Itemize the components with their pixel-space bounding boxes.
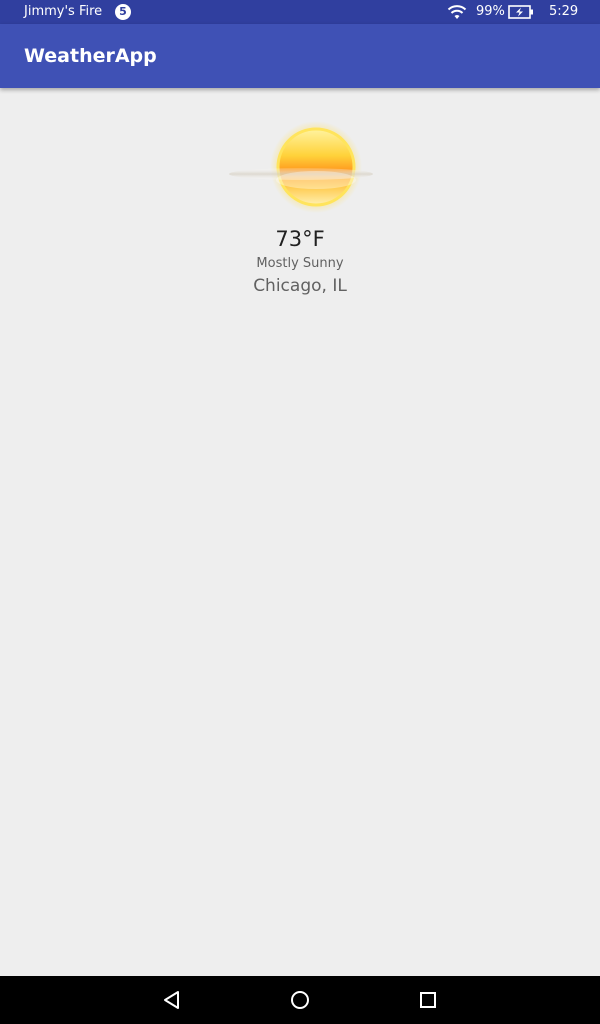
status-clock: 5:29: [549, 4, 579, 19]
recents-icon[interactable]: [416, 988, 440, 1012]
weather-condition: Mostly Sunny: [256, 256, 344, 271]
status-bar: Jimmy's Fire 5 99% 5:29: [0, 0, 600, 24]
notification-count-badge: 5: [115, 4, 131, 20]
sun-behind-cloud-icon: [229, 121, 373, 213]
back-icon[interactable]: [160, 988, 184, 1012]
location: Chicago, IL: [253, 276, 347, 296]
app-title: WeatherApp: [24, 45, 157, 67]
battery-percent: 99%: [476, 4, 505, 19]
navigation-bar: [0, 976, 600, 1024]
battery-charging-icon: [508, 5, 533, 19]
temperature: 73°F: [275, 227, 325, 251]
home-icon[interactable]: [288, 988, 312, 1012]
device-name: Jimmy's Fire: [24, 4, 103, 19]
weather-content: 73°F Mostly Sunny Chicago, IL: [0, 88, 600, 976]
wifi-icon: [447, 5, 467, 19]
app-bar: WeatherApp: [0, 24, 600, 88]
